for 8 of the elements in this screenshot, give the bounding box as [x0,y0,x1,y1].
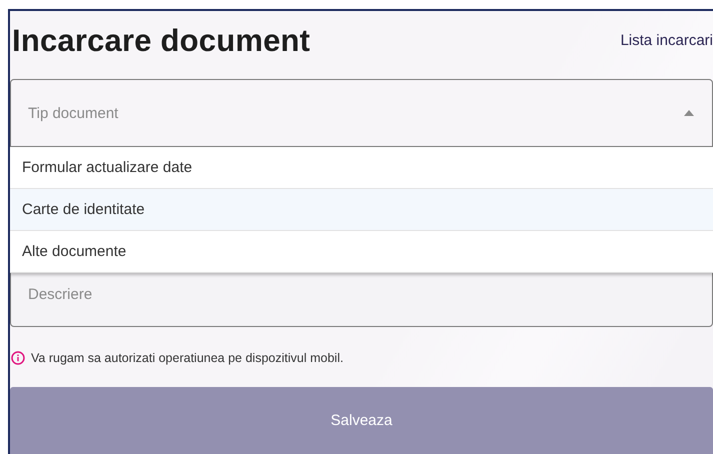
dropdown-option[interactable]: Carte de identitate [10,189,713,232]
caret-up-icon [684,110,694,116]
info-icon [11,350,25,365]
upload-list-link[interactable]: Lista incarcari [620,32,713,50]
dropdown-option[interactable]: Alte documente [10,231,713,274]
notice-text: Va rugam sa autorizati operatiunea pe dispozitivul mobil. [31,350,344,365]
dropdown-option[interactable]: Formular actualizare date [10,147,713,190]
page-title: Incarcare document [12,22,310,59]
